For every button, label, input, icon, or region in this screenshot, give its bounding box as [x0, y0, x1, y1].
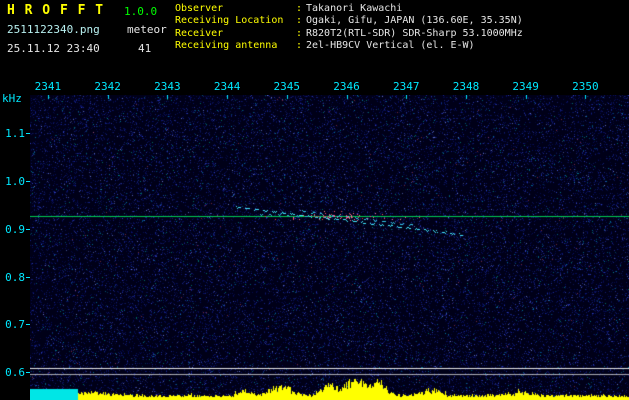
info-label: Receiving Location: [175, 15, 284, 27]
spectrogram-canvas: [30, 95, 629, 400]
info-separator: :: [296, 40, 303, 52]
freq-tick-label: 1.1: [5, 127, 25, 141]
time-tick-label: 2348: [452, 80, 480, 93]
info-value: 2el-HB9CV Vertical (el. E-W): [306, 40, 475, 52]
app-version: 1.0.0: [124, 5, 158, 18]
freq-tick-label: 0.8: [5, 270, 25, 284]
info-row: Observer: Takanori Kawachi: [175, 3, 523, 15]
time-tick-label: 2349: [512, 80, 539, 93]
time-tick-label: 2350: [572, 80, 599, 93]
info-separator: :: [296, 27, 303, 39]
info-row: Receiver: R820T2(RTL-SDR) SDR-Sharp 53.10…: [175, 28, 523, 40]
time-tick-label: 2341: [34, 80, 62, 93]
freq-tick-label: 0.7: [5, 318, 25, 332]
info-label: Observer: [175, 3, 224, 14]
info-table: Observer: Takanori Kawachi Receiving Locat…: [175, 3, 523, 53]
info-value: R820T2(RTL-SDR) SDR-Sharp 53.1000MHz: [306, 27, 523, 39]
info-label: Receiver: [175, 27, 224, 39]
info-separator: :: [296, 3, 303, 14]
output-filename: 2511122340.png: [7, 23, 100, 36]
info-separator: :: [296, 15, 303, 27]
freq-tick-label: 0.6: [5, 366, 25, 380]
info-label: Receiving antenna: [175, 40, 278, 52]
frequency-unit-label: kHz: [2, 92, 22, 105]
time-tick-label: 2345: [273, 80, 301, 93]
observation-mode: meteor: [127, 23, 167, 36]
time-tick-label: 2347: [392, 80, 420, 93]
observation-datetime: 25.11.12 23:40: [7, 42, 100, 55]
app-title: H R O F F T: [7, 3, 105, 18]
time-tick-label: 2344: [213, 80, 241, 93]
time-tick-label: 2343: [154, 80, 181, 93]
echo-count: 41: [138, 42, 152, 55]
time-tick-label: 2346: [333, 80, 360, 93]
hrofft-screen: H R O F F T 1.0.0 2511122340.png meteor …: [0, 0, 629, 400]
time-tick-label: 2342: [94, 80, 121, 93]
info-row: Receiving Location: Ogaki, Gifu, JAPAN (1…: [175, 15, 523, 27]
info-value: Ogaki, Gifu, JAPAN (136.60E, 35.35N): [306, 15, 523, 27]
freq-tick-label: 0.9: [5, 222, 25, 236]
info-row: Receiving antenna:2el-HB9CV Vertical (el…: [175, 40, 523, 52]
info-value: Takanori Kawachi: [306, 3, 403, 14]
freq-tick-label: 1.0: [5, 175, 25, 189]
